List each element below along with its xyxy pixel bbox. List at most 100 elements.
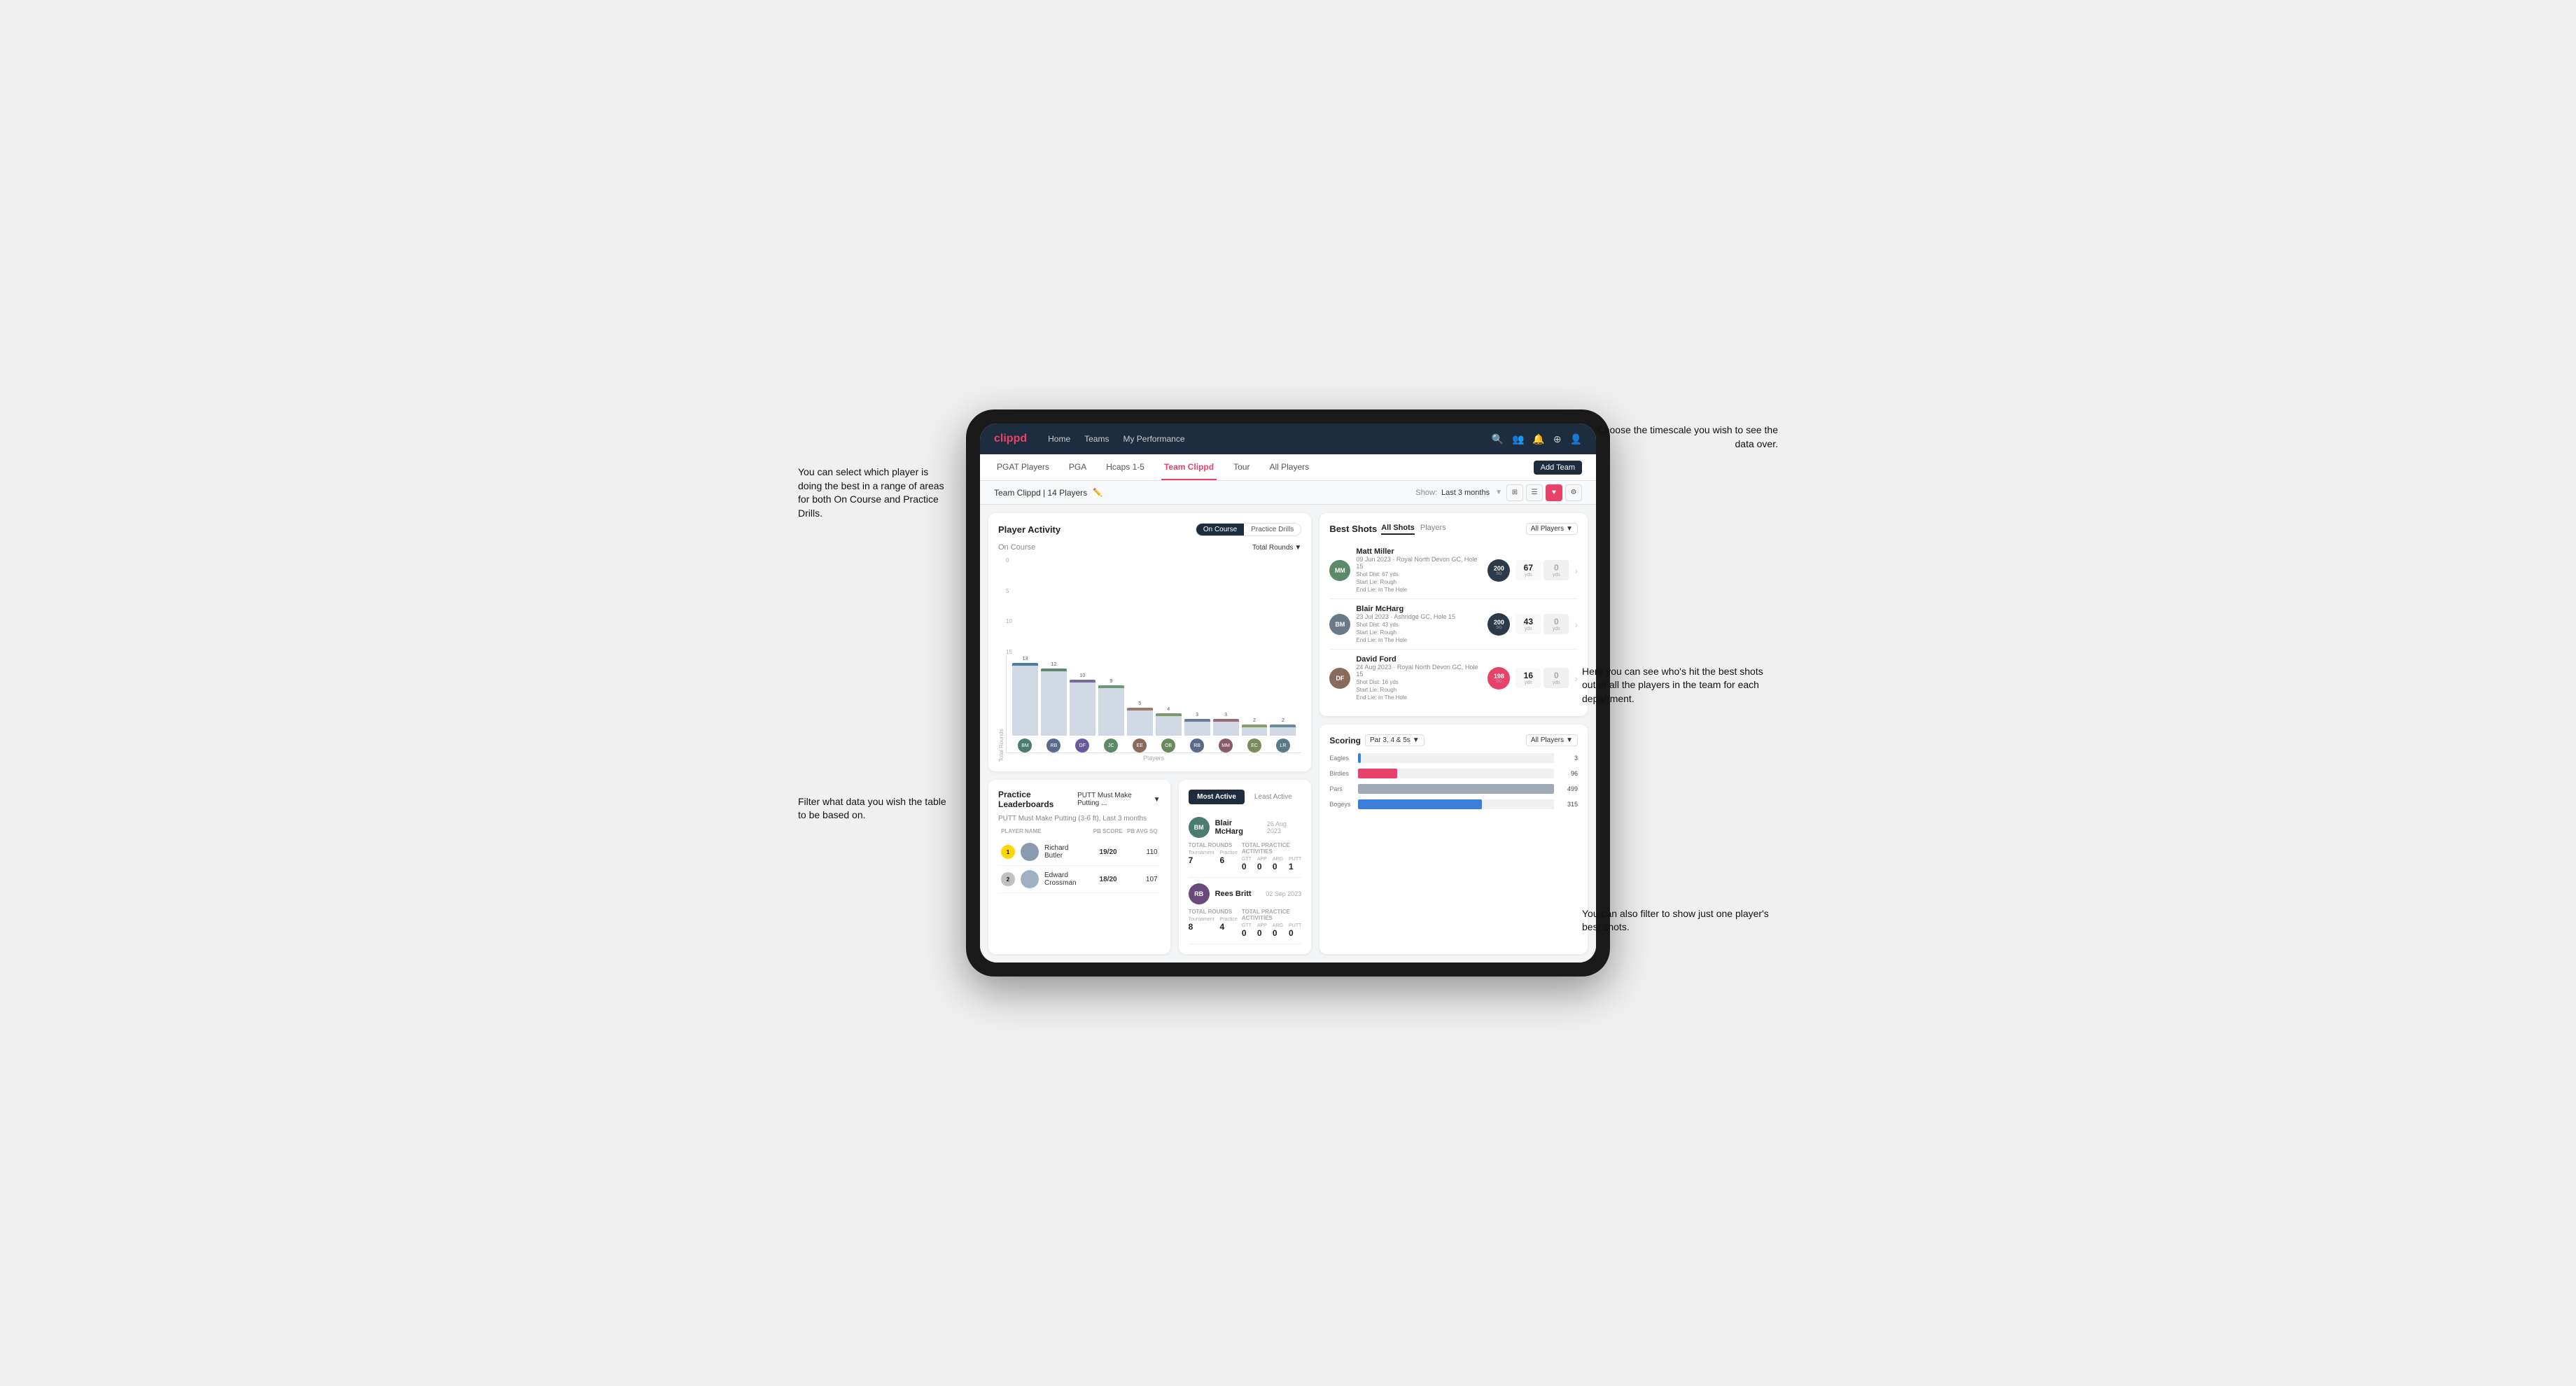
grid-view-icon[interactable]: ⊞ xyxy=(1506,484,1523,501)
scoring-title: Scoring xyxy=(1329,736,1361,746)
sub-nav-hcaps[interactable]: Hcaps 1-5 xyxy=(1103,454,1147,480)
player-avg-crossman: 107 xyxy=(1123,876,1158,883)
user-icon[interactable]: 👤 xyxy=(1570,433,1582,445)
shot-badge-ford: 198 SG xyxy=(1488,667,1510,690)
shot-item-miller[interactable]: MM Matt Miller 09 Jun 2023 · Royal North… xyxy=(1329,542,1578,599)
scoring-card: Scoring Par 3, 4 & 5s ▼ All Players ▼ xyxy=(1320,724,1588,954)
shot-info-ford: David Ford 24 Aug 2023 · Royal North Dev… xyxy=(1356,655,1482,701)
player-activity-header: Player Activity On Course Practice Drill… xyxy=(998,523,1301,536)
player-name-butler: Richard Butler xyxy=(1044,844,1077,860)
tablet-frame: clippd Home Teams My Performance 🔍 👥 🔔 ⊕… xyxy=(966,410,1610,976)
player-activity-card: Player Activity On Course Practice Drill… xyxy=(988,513,1311,771)
bar-item-9: 2 LR xyxy=(1270,718,1296,752)
sub-nav-tour[interactable]: Tour xyxy=(1231,454,1252,480)
active-player-name-britt: Rees Britt xyxy=(1215,890,1252,898)
par-filter-selector[interactable]: Par 3, 4 & 5s ▼ xyxy=(1365,734,1424,746)
chart-subtitle: On Course xyxy=(998,543,1035,552)
heart-view-icon[interactable]: ♥ xyxy=(1546,484,1562,501)
search-icon[interactable]: 🔍 xyxy=(1492,433,1504,445)
bar-value-8: 2 xyxy=(1253,718,1256,723)
players-shots-tab[interactable]: Players xyxy=(1420,524,1446,535)
most-active-tab[interactable]: Most Active xyxy=(1189,790,1245,804)
sub-nav-all-players[interactable]: All Players xyxy=(1266,454,1312,480)
shot-item-ford[interactable]: DF David Ford 24 Aug 2023 · Royal North … xyxy=(1329,650,1578,706)
edit-icon[interactable]: ✏️ xyxy=(1093,488,1102,497)
scoring-row-bogeys: Bogeys 315 xyxy=(1329,799,1578,809)
team-title: Team Clippd | 14 Players xyxy=(994,488,1087,498)
add-team-button[interactable]: Add Team xyxy=(1534,461,1582,475)
bar-1 xyxy=(1041,668,1067,736)
shot-chevron-ford[interactable]: › xyxy=(1574,673,1578,684)
view-icons: ⊞ ☰ ♥ ⚙ xyxy=(1506,484,1582,501)
nav-link-home[interactable]: Home xyxy=(1048,434,1070,444)
sub-nav-team-clippd[interactable]: Team Clippd xyxy=(1161,454,1217,480)
par-dropdown-icon: ▼ xyxy=(1413,736,1420,744)
bar-item-6: 3 RB xyxy=(1184,713,1210,752)
plus-circle-icon[interactable]: ⊕ xyxy=(1553,433,1562,445)
shot-chevron-mcharg[interactable]: › xyxy=(1574,619,1578,630)
chart-section: On Course Total Rounds ▼ Total Rounds xyxy=(998,543,1301,762)
active-player-britt: RB Rees Britt 02 Sep 2023 Total Rounds xyxy=(1189,878,1302,944)
bar-value-6: 3 xyxy=(1196,713,1198,718)
pars-label: Pars xyxy=(1329,785,1354,792)
table-headers: PLAYER NAME PB SCORE PB AVG SQ xyxy=(998,828,1161,834)
bogeys-bar xyxy=(1358,799,1554,809)
scoring-header: Scoring Par 3, 4 & 5s ▼ All Players ▼ xyxy=(1329,734,1578,746)
bell-icon[interactable]: 🔔 xyxy=(1532,433,1544,445)
annotation-mid-right: Here you can see who's hit the best shot… xyxy=(1582,665,1778,706)
bar-avatar-3: JC xyxy=(1104,738,1118,752)
bar-item-0: 13 BM xyxy=(1012,657,1038,752)
drill-selector[interactable]: PUTT Must Make Putting ... ▼ xyxy=(1077,792,1160,807)
shot-badge-mcharg: 200 SG xyxy=(1488,613,1510,636)
active-player-name-mcharg: Blair McHarg xyxy=(1215,819,1261,836)
best-shots-header: Best Shots All Shots Players All Players… xyxy=(1329,523,1578,535)
least-active-tab[interactable]: Least Active xyxy=(1245,790,1301,804)
bar-9 xyxy=(1270,724,1296,736)
eagles-fill xyxy=(1358,753,1361,763)
annotation-bot-right: You can also filter to show just one pla… xyxy=(1582,907,1778,934)
player-score-butler: 19/20 xyxy=(1082,848,1117,856)
sub-nav-pgat[interactable]: PGAT Players xyxy=(994,454,1052,480)
course-toggle-group: On Course Practice Drills xyxy=(1196,523,1301,536)
list-view-icon[interactable]: ☰ xyxy=(1526,484,1543,501)
on-course-toggle[interactable]: On Course xyxy=(1196,524,1244,536)
nav-link-performance[interactable]: My Performance xyxy=(1123,434,1184,444)
settings-view-icon[interactable]: ⚙ xyxy=(1565,484,1582,501)
practice-header: Practice Leaderboards PUTT Must Make Put… xyxy=(998,790,1161,809)
drill-subtitle: PUTT Must Make Putting (3-6 ft), Last 3 … xyxy=(998,815,1161,822)
shot-item-mcharg[interactable]: BM Blair McHarg 23 Jul 2023 · Ashridge G… xyxy=(1329,599,1578,650)
active-player-avatar-mcharg: BM xyxy=(1189,817,1210,838)
users-icon[interactable]: 👥 xyxy=(1512,433,1524,445)
chart-filter-selector[interactable]: Total Rounds ▼ xyxy=(1252,544,1301,552)
practice-title: Practice Leaderboards xyxy=(998,790,1077,809)
annotation-bottom-left: Filter what data you wish the table to b… xyxy=(798,795,952,822)
nav-bar: clippd Home Teams My Performance 🔍 👥 🔔 ⊕… xyxy=(980,424,1596,454)
shot-chevron-miller[interactable]: › xyxy=(1574,565,1578,576)
tablet-screen: clippd Home Teams My Performance 🔍 👥 🔔 ⊕… xyxy=(980,424,1596,962)
sub-nav-pga[interactable]: PGA xyxy=(1066,454,1089,480)
shot-stats-mcharg: 43 yds 0 yds xyxy=(1516,614,1569,634)
time-selector[interactable]: Last 3 months xyxy=(1441,489,1490,497)
shot-stat-dist3: 16 yds xyxy=(1516,668,1541,688)
bar-value-1: 12 xyxy=(1051,662,1057,667)
shot-stat-remain3: 0 yds xyxy=(1544,668,1569,688)
nav-link-teams[interactable]: Teams xyxy=(1084,434,1109,444)
pars-bar xyxy=(1358,784,1554,794)
bottom-panels: Practice Leaderboards PUTT Must Make Put… xyxy=(988,780,1311,954)
player-avatar-butler xyxy=(1021,843,1039,861)
practice-drills-toggle[interactable]: Practice Drills xyxy=(1244,524,1301,536)
scoring-players-selector[interactable]: All Players ▼ xyxy=(1526,734,1578,746)
best-shots-title: Best Shots xyxy=(1329,524,1377,534)
bars-container: 13 BM 12 RB 10 DF 9 JC 5 xyxy=(1006,655,1301,753)
y-axis: 15 10 5 0 xyxy=(1006,557,1301,655)
all-shots-tab[interactable]: All Shots xyxy=(1381,524,1415,535)
rank-1-badge: 1 xyxy=(1001,845,1015,859)
dropdown-arrow-icon: ▼ xyxy=(1495,489,1502,496)
scoring-row-eagles: Eagles 3 xyxy=(1329,753,1578,763)
bar-avatar-8: EC xyxy=(1247,738,1261,752)
shot-stat-dist2: 43 yds xyxy=(1516,614,1541,634)
bar-value-9: 2 xyxy=(1282,718,1284,723)
all-players-selector[interactable]: All Players ▼ xyxy=(1526,523,1578,535)
most-active-card: Most Active Least Active BM Blair McHarg… xyxy=(1179,780,1312,954)
player-avatar-crossman xyxy=(1021,870,1039,888)
